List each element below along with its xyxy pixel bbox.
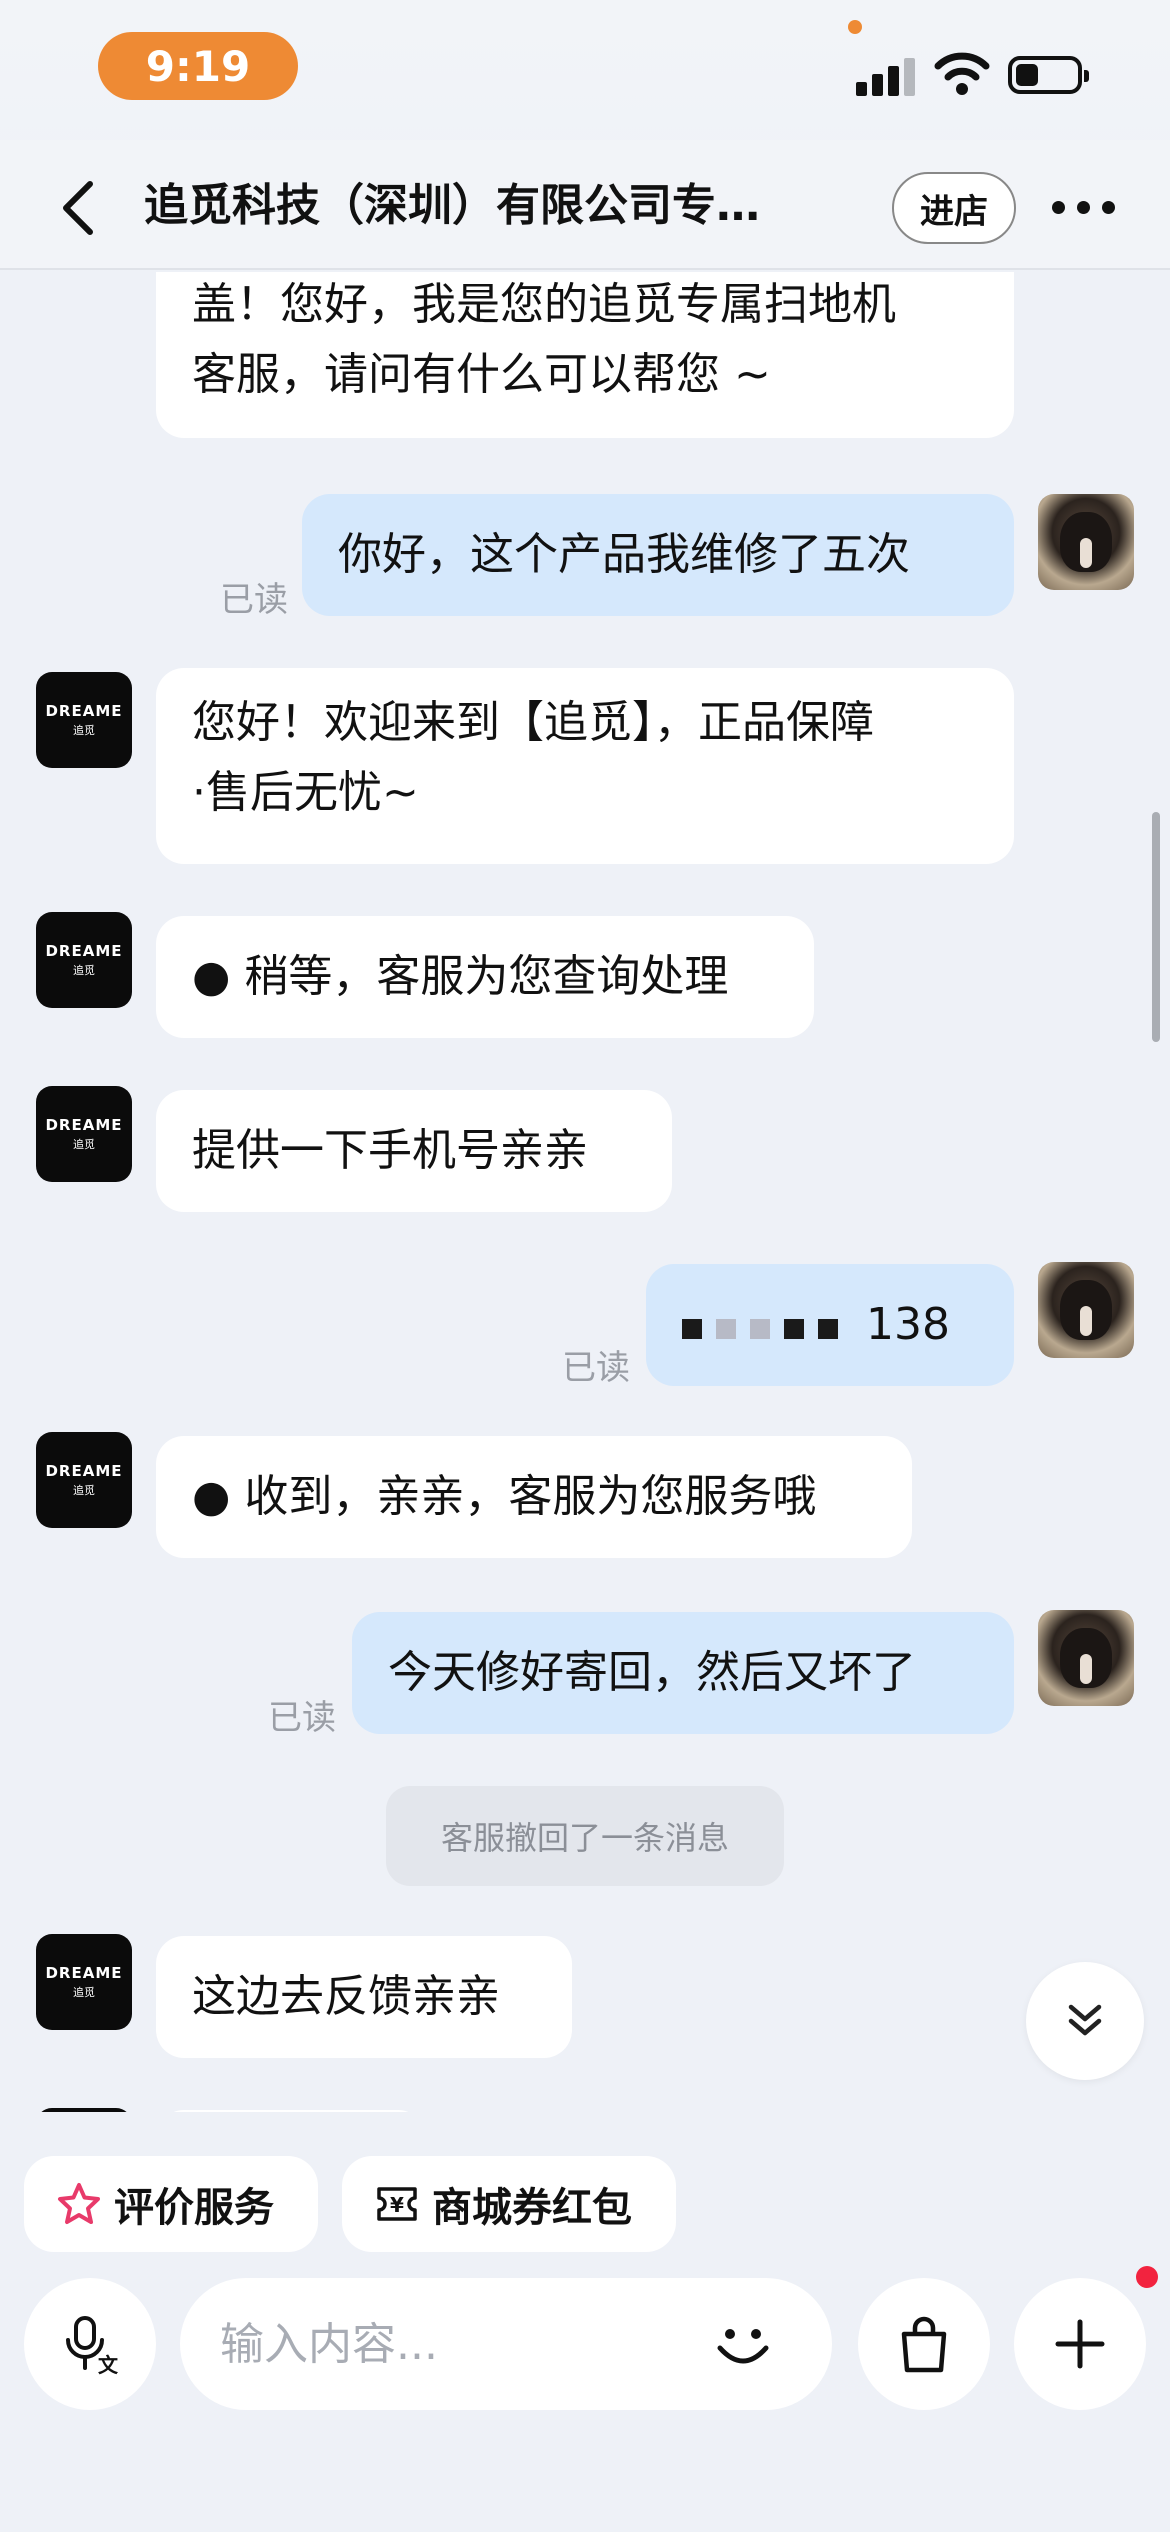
- emoji-icon[interactable]: [708, 2310, 778, 2380]
- bottom-toolbar: 评价服务 ¥ 商城券红包 文: [0, 2112, 1170, 2532]
- message-text: 您好！欢迎来到【追觅】，正品保障: [192, 697, 874, 748]
- message-input-container[interactable]: [180, 2278, 832, 2410]
- shop-avatar[interactable]: DREAME 追觅: [36, 912, 132, 1008]
- shop-avatar-brand: DREAME: [45, 702, 123, 720]
- recalled-message-notice: 客服撤回了一条消息: [386, 1786, 784, 1886]
- mall-coupon-label: 商城券红包: [432, 2185, 632, 2231]
- star-icon: [58, 2183, 100, 2224]
- rate-service-button[interactable]: 评价服务: [24, 2156, 318, 2252]
- back-arrow-icon[interactable]: [54, 178, 104, 238]
- read-receipt: 已读: [220, 580, 288, 620]
- shop-avatar[interactable]: DREAME 追觅: [36, 1086, 132, 1182]
- coupon-icon: ¥: [377, 2187, 417, 2221]
- message-bubble-shop: 这边去反馈亲亲: [156, 1936, 572, 2058]
- message-text: 盖！您好，我是您的追觅专属扫地机: [192, 279, 896, 330]
- shop-title: 追觅科技（深圳）有限公司专…: [144, 180, 760, 231]
- message-bubble-shop: ● 收到，亲亲，客服为您服务哦: [156, 1436, 912, 1558]
- masked-phone-digits: [682, 1319, 838, 1339]
- chat-header: 追觅科技（深圳）有限公司专… 进店: [0, 140, 1170, 270]
- svg-text:¥: ¥: [390, 2193, 404, 2217]
- read-receipt: 已读: [268, 1698, 336, 1738]
- message-bubble-user: 你好，这个产品我维修了五次: [302, 494, 1014, 616]
- wifi-icon: [934, 52, 990, 95]
- shop-avatar-brand-cn: 追觅: [73, 1484, 95, 1497]
- message-bubble-user: 今天修好寄回，然后又坏了: [352, 1612, 1014, 1734]
- message-bubble-shop: 盖！您好，我是您的追觅专属扫地机 客服，请问有什么可以帮您 ~: [156, 272, 1014, 438]
- user-avatar[interactable]: [1038, 494, 1134, 590]
- shop-avatar-brand: DREAME: [45, 1964, 123, 1982]
- user-avatar[interactable]: [1038, 1262, 1134, 1358]
- shop-avatar-brand-cn: 追觅: [73, 1986, 95, 1999]
- notification-dot: [1136, 2266, 1158, 2288]
- message-bubble-user: 138: [646, 1264, 1014, 1386]
- message-input[interactable]: [220, 2308, 700, 2380]
- cellular-signal-icon: [856, 56, 916, 96]
- shop-avatar-brand: DREAME: [45, 1462, 123, 1480]
- product-bag-button[interactable]: [858, 2278, 990, 2410]
- shop-avatar[interactable]: DREAME 追觅: [36, 1934, 132, 2030]
- scrollbar-thumb[interactable]: [1152, 812, 1160, 1042]
- plus-icon: [1055, 2319, 1105, 2369]
- shop-avatar-brand-cn: 追觅: [73, 1138, 95, 1151]
- rate-service-label: 评价服务: [114, 2185, 274, 2231]
- shop-avatar[interactable]: DREAME 追觅: [36, 672, 132, 768]
- mall-coupon-button[interactable]: ¥ 商城券红包: [342, 2156, 676, 2252]
- shop-avatar-brand-cn: 追觅: [73, 724, 95, 737]
- shopping-bag-icon: [901, 2316, 947, 2373]
- battery-icon: [1008, 56, 1089, 94]
- message-text: 客服，请问有什么可以帮您 ~: [192, 349, 771, 400]
- shop-avatar-brand: DREAME: [45, 1116, 123, 1134]
- microphone-icon: 文: [66, 2316, 119, 2376]
- message-bubble-shop: 提供一下手机号亲亲: [156, 1090, 672, 1212]
- recording-indicator-dot: [848, 20, 862, 34]
- scroll-to-bottom-button[interactable]: [1026, 1962, 1144, 2080]
- shop-avatar-brand: DREAME: [45, 942, 123, 960]
- chat-screen: 9:19 追觅科技（深圳）有限公司专… 进店 盖！您好，我是您的追觅专属扫地机: [0, 0, 1170, 2532]
- more-actions-button[interactable]: [1014, 2278, 1146, 2410]
- shop-avatar-brand-cn: 追觅: [73, 964, 95, 977]
- svg-text:文: 文: [98, 2353, 119, 2376]
- message-bubble-shop: 您好！欢迎来到【追觅】，正品保障 ·售后无忧~: [156, 668, 1014, 864]
- voice-to-text-button[interactable]: 文: [24, 2278, 156, 2410]
- shop-avatar[interactable]: DREAME 追觅: [36, 1432, 132, 1528]
- message-list[interactable]: 盖！您好，我是您的追觅专属扫地机 客服，请问有什么可以帮您 ~ 已读 你好，这个…: [0, 272, 1170, 2112]
- read-receipt: 已读: [562, 1348, 630, 1388]
- more-options-icon[interactable]: [1052, 192, 1116, 222]
- status-time: 9:19: [98, 32, 298, 100]
- message-text: 138: [866, 1299, 950, 1350]
- message-text: ·售后无忧~: [192, 767, 419, 818]
- status-bar: 9:19: [0, 0, 1170, 130]
- message-bubble-shop: ● 稍等，客服为您查询处理: [156, 916, 814, 1038]
- user-avatar[interactable]: [1038, 1610, 1134, 1706]
- enter-store-button[interactable]: 进店: [892, 172, 1016, 244]
- double-chevron-down-icon: [1068, 2004, 1102, 2036]
